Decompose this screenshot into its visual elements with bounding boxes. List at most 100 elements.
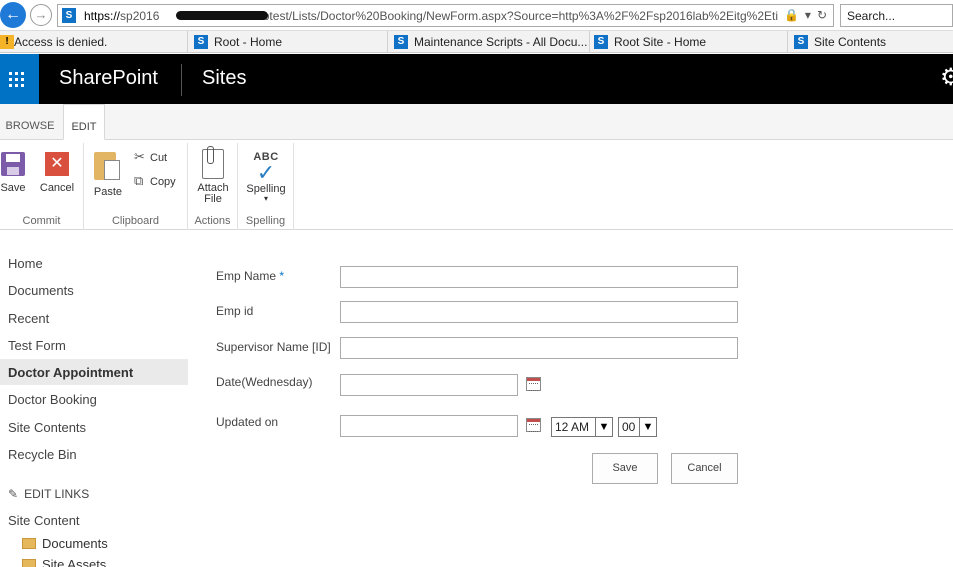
tab-label: Access is denied. xyxy=(14,35,108,49)
attach-label-2: File xyxy=(204,193,222,205)
checkmark-icon: ✓ xyxy=(256,160,276,185)
tab-root-site-home[interactable]: S Root Site - Home xyxy=(590,31,788,53)
divider xyxy=(181,64,182,96)
ribbon-group-actions: Attach File Actions xyxy=(188,143,238,230)
save-button[interactable]: Save xyxy=(0,152,26,194)
emp-id-input[interactable] xyxy=(340,301,738,323)
nav-item-documents[interactable]: Documents xyxy=(0,277,188,303)
cancel-button[interactable]: Cancel xyxy=(671,453,738,484)
url-host: sp2016 xyxy=(120,9,160,23)
tab-label: Root - Home xyxy=(214,35,283,49)
refresh-icon[interactable]: ↻ xyxy=(817,8,827,22)
browser-search-input[interactable]: Search... xyxy=(840,4,953,27)
sharepoint-icon: S xyxy=(194,35,208,49)
cancel-label: Cancel xyxy=(39,182,75,194)
sites-link[interactable]: Sites xyxy=(202,67,246,90)
nav-item-site-contents[interactable]: Site Contents xyxy=(0,414,188,440)
date-input[interactable] xyxy=(340,374,518,396)
tree-item-label: Site Assets xyxy=(42,557,107,567)
chevron-down-icon: ▼ xyxy=(595,418,612,436)
nav-item-test-form[interactable]: Test Form xyxy=(0,332,188,358)
supervisor-label: Supervisor Name [ID] xyxy=(216,340,331,354)
site-content-heading[interactable]: Site Content xyxy=(8,513,80,528)
tab-label: Root Site - Home xyxy=(614,35,707,49)
group-label: Spelling xyxy=(245,215,286,227)
ribbon-group-spelling: ABC ✓ Spelling ▾ Spelling xyxy=(238,143,294,230)
calendar-icon[interactable] xyxy=(526,418,541,432)
url-path: om/sites/webtest/Lists/Doctor%20Booking/… xyxy=(199,9,779,23)
spelling-button[interactable]: ABC ✓ Spelling ▾ xyxy=(244,151,288,203)
updated-on-date-input[interactable] xyxy=(340,415,518,437)
save-label: Save xyxy=(0,182,26,194)
date-label: Date(Wednesday) xyxy=(216,375,313,389)
tab-site-contents[interactable]: S Site Contents xyxy=(790,31,953,53)
paste-label: Paste xyxy=(93,186,123,198)
tree-item-site-assets[interactable]: Site Assets xyxy=(22,557,106,567)
group-label: Clipboard xyxy=(111,215,160,227)
minute-value: 00 xyxy=(622,420,636,434)
back-arrow-icon[interactable]: ← xyxy=(0,2,26,28)
chevron-down-icon: ▾ xyxy=(263,194,268,203)
tree-item-documents[interactable]: Documents xyxy=(22,536,108,551)
browser-address-bar: ← → S https://sp2016 om/sites/webtest/Lis… xyxy=(0,0,953,31)
sharepoint-icon: S xyxy=(794,35,808,49)
url-scheme: https:// xyxy=(84,9,121,23)
required-marker: * xyxy=(279,269,285,283)
calendar-icon[interactable] xyxy=(526,377,541,391)
nav-item-recent[interactable]: Recent xyxy=(0,305,188,331)
copy-button[interactable]: ⧉ Copy xyxy=(134,173,176,189)
folder-icon xyxy=(22,559,36,567)
folder-icon xyxy=(22,538,36,549)
supervisor-input[interactable] xyxy=(340,337,738,359)
forward-arrow-icon[interactable]: → xyxy=(30,4,52,26)
emp-name-input[interactable] xyxy=(340,266,738,288)
save-button[interactable]: Save xyxy=(592,453,658,484)
edit-links-label: EDIT LINKS xyxy=(24,487,90,501)
minute-select[interactable]: 00 ▼ xyxy=(618,417,657,437)
cut-button[interactable]: ✂ Cut xyxy=(134,149,167,165)
emp-name-label: Emp Name * xyxy=(216,269,285,283)
scissors-icon: ✂ xyxy=(134,149,145,164)
warning-icon: ! xyxy=(0,35,14,49)
cancel-button[interactable]: ✕ Cancel xyxy=(38,152,76,194)
tab-edit[interactable]: EDIT xyxy=(63,104,105,140)
hour-value: 12 AM xyxy=(555,420,590,434)
group-label: Actions xyxy=(194,215,231,227)
hour-select[interactable]: 12 AM ▼ xyxy=(551,417,613,437)
ribbon-group-clipboard: Paste ✂ Cut ⧉ Copy Clipboard xyxy=(84,143,188,230)
attach-file-button[interactable]: Attach File xyxy=(193,146,233,205)
updated-on-label: Updated on xyxy=(216,415,279,429)
gear-icon[interactable]: ⚙ xyxy=(940,63,953,92)
tree-item-label: Documents xyxy=(42,536,108,551)
tab-access-denied[interactable]: ! Access is denied. xyxy=(0,31,188,53)
tab-root-home[interactable]: S Root - Home xyxy=(190,31,388,53)
paperclip-icon xyxy=(202,146,224,179)
paste-icon xyxy=(94,150,122,182)
paste-button[interactable]: Paste xyxy=(92,150,124,198)
edit-links-button[interactable]: ✎ EDIT LINKS xyxy=(8,487,89,501)
ribbon-group-commit: Save ✕ Cancel Commit xyxy=(0,143,84,230)
redaction-mark xyxy=(176,11,268,20)
sharepoint-icon: S xyxy=(62,8,76,23)
nav-item-recycle-bin[interactable]: Recycle Bin xyxy=(0,441,188,467)
tab-browse[interactable]: BROWSE xyxy=(0,104,60,140)
brand-sharepoint[interactable]: SharePoint xyxy=(59,67,158,90)
copy-icon: ⧉ xyxy=(134,173,144,188)
ribbon-tab-bar: BROWSE EDIT xyxy=(0,104,953,140)
dropdown-icon[interactable]: ▾ xyxy=(805,8,811,22)
browser-tab-bar: ! Access is denied. S Root - Home S Main… xyxy=(0,31,953,53)
lock-icon: 🔒 xyxy=(783,8,799,22)
nav-item-home[interactable]: Home xyxy=(0,250,188,276)
chevron-down-icon: ▼ xyxy=(639,418,656,436)
emp-id-label: Emp id xyxy=(216,304,254,318)
ribbon: Save ✕ Cancel Commit Paste ✂ Cut ⧉ Copy Cl… xyxy=(0,140,953,230)
cut-label: Cut xyxy=(150,152,168,164)
nav-item-doctor-booking[interactable]: Doctor Booking xyxy=(0,386,188,412)
url-field[interactable]: S https://sp2016 om/sites/webtest/Lists/D… xyxy=(57,4,834,27)
app-launcher-icon[interactable] xyxy=(0,54,39,104)
tab-maintenance-scripts[interactable]: S Maintenance Scripts - All Docu... xyxy=(390,31,590,53)
sharepoint-icon: S xyxy=(594,35,608,49)
tab-label: Maintenance Scripts - All Docu... xyxy=(414,35,588,49)
nav-item-doctor-appointment[interactable]: Doctor Appointment xyxy=(0,359,188,385)
copy-label: Copy xyxy=(150,176,176,188)
